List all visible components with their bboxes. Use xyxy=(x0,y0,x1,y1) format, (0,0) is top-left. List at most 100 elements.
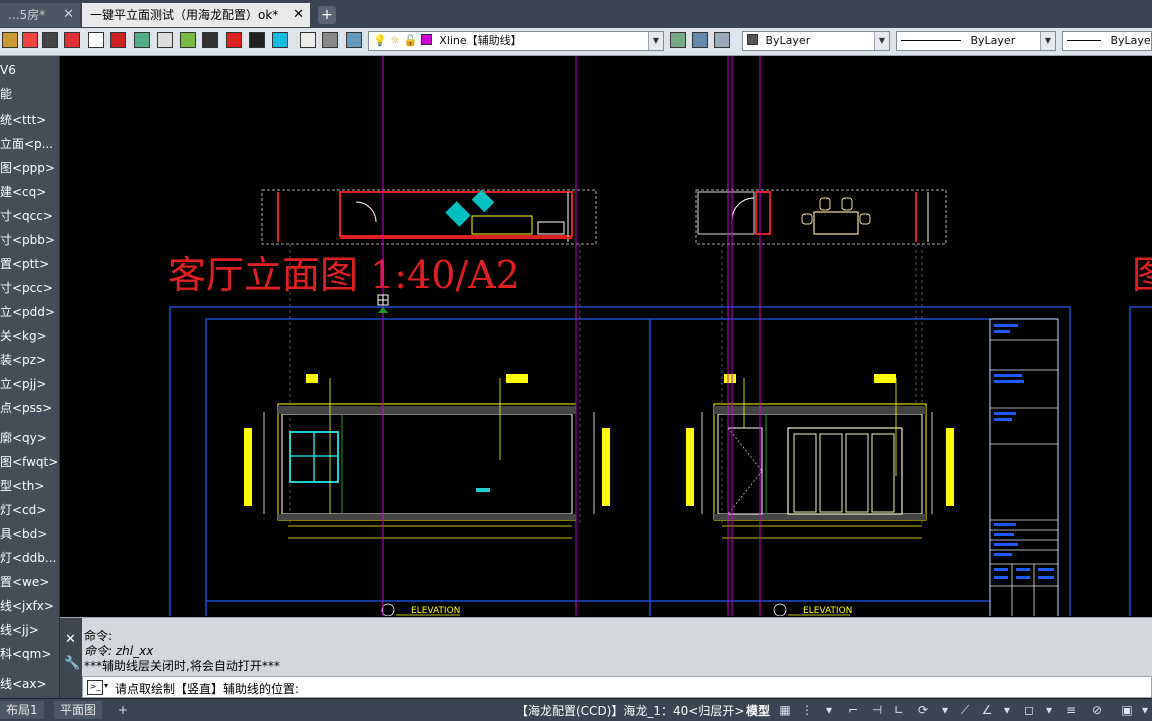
layer-dropdown[interactable]: 💡 ☼ 🔓 Xline【辅助线】 ▼ xyxy=(368,31,664,51)
layer-icon[interactable] xyxy=(670,32,686,48)
palette-item[interactable]: 点<pss> xyxy=(0,396,59,420)
tab-close-icon[interactable]: ✕ xyxy=(293,3,304,27)
elevation-label-1: ELEVATION xyxy=(411,606,460,616)
lineweight-dropdown[interactable]: ByLayer xyxy=(1062,31,1152,51)
command-history-line: ***辅助线层关闭时,将会自动打开*** xyxy=(84,657,280,674)
tool-icon[interactable] xyxy=(226,32,242,48)
palette-item[interactable]: 灯<ddb... xyxy=(0,546,59,570)
layer-icon[interactable] xyxy=(714,32,730,48)
palette-item[interactable]: 建<cq> xyxy=(0,180,59,204)
palette-item[interactable]: 统<ttt> xyxy=(0,108,59,132)
chevron-down-icon[interactable]: ▾ xyxy=(1000,703,1014,717)
snap-icon[interactable]: ⋮ xyxy=(800,703,814,717)
tab-document-1[interactable]: ...5房* ✕ xyxy=(0,3,80,27)
palette-item[interactable]: 寸<qcc> xyxy=(0,204,59,228)
ortho-icon[interactable]: ⌐ xyxy=(846,703,860,717)
palette-item[interactable]: 置<ptt> xyxy=(0,252,59,276)
palette-item[interactable]: 线<jxfx> xyxy=(0,594,59,618)
palette-item[interactable]: 科<qm> xyxy=(0,642,59,666)
otrack-icon[interactable]: ∠ xyxy=(980,703,994,717)
tool-icon[interactable] xyxy=(2,32,18,48)
layer-icon[interactable] xyxy=(692,32,708,48)
tool-icon[interactable] xyxy=(300,32,316,48)
tool-icon[interactable] xyxy=(202,32,218,48)
polar-tracking-icon[interactable]: ⟳ xyxy=(916,703,930,717)
chevron-down-icon[interactable]: ▾ xyxy=(1042,703,1056,717)
command-input[interactable]: >_ ▾ 请点取绘制【竖直】辅助线的位置: xyxy=(82,676,1152,698)
palette-item[interactable]: 寸<pcc> xyxy=(0,276,59,300)
tool-icon[interactable] xyxy=(272,32,288,48)
layout-tab[interactable]: 布局1 xyxy=(0,701,44,719)
tool-icon[interactable] xyxy=(110,32,126,48)
tool-icon[interactable] xyxy=(249,32,265,48)
lineweight-preview xyxy=(1067,40,1101,41)
palette-item[interactable]: 线<ax> xyxy=(0,672,59,696)
palette-item[interactable]: 线<jj> xyxy=(0,618,59,642)
tab-close-icon[interactable]: ✕ xyxy=(63,3,74,27)
elevation-drawing-1 xyxy=(244,374,610,538)
plan-view-right xyxy=(696,190,946,244)
tool-icon[interactable] xyxy=(134,32,150,48)
palette-item[interactable]: 立<pdd> xyxy=(0,300,59,324)
command-line-window: ✕ 🔧 命令: 命令: zhl_xx ***辅助线层关闭时,将会自动打开*** … xyxy=(60,617,1152,699)
palette-item[interactable]: 具<bd> xyxy=(0,522,59,546)
lineweight-value: ByLayer xyxy=(1111,34,1152,47)
tool-icon[interactable] xyxy=(64,32,80,48)
title-block xyxy=(990,319,1058,616)
color-dropdown[interactable]: ByLayer ▼ xyxy=(742,31,890,51)
chevron-down-icon[interactable]: ▾ xyxy=(822,703,836,717)
tool-icon[interactable] xyxy=(88,32,104,48)
config-status-text: 【海龙配置(CCD)】海龙_1：40<归层开> xyxy=(516,702,744,719)
tool-icon[interactable] xyxy=(42,32,58,48)
palette-item[interactable]: 寸<pbb> xyxy=(0,228,59,252)
chevron-down-icon[interactable]: ▾ xyxy=(938,703,952,717)
palette-item[interactable]: 能 xyxy=(0,82,59,106)
palette-item[interactable]: 置<we> xyxy=(0,570,59,594)
grid-icon[interactable]: ▦ xyxy=(778,703,792,717)
selection-cycling-icon[interactable]: ▣ xyxy=(1120,703,1134,717)
osnap-icon[interactable]: ◻ xyxy=(1022,703,1036,717)
status-bar: 布局1 平面图 + 【海龙配置(CCD)】海龙_1：40<归层开> 模型 ▦ ⋮… xyxy=(0,698,1152,721)
lineweight-icon[interactable]: ≡ xyxy=(1064,703,1078,717)
infer-icon[interactable]: ⊣ xyxy=(870,703,884,717)
tool-icon[interactable] xyxy=(180,32,196,48)
chevron-down-icon[interactable]: ▼ xyxy=(1040,32,1055,50)
palette-item[interactable]: V6 xyxy=(0,58,59,82)
chevron-down-icon[interactable]: ▾ xyxy=(104,681,108,690)
new-tab-icon[interactable]: + xyxy=(318,6,336,24)
palette-item[interactable]: 型<th> xyxy=(0,474,59,498)
chevron-down-icon[interactable]: ▼ xyxy=(648,32,663,50)
layer-color-swatch xyxy=(421,34,432,45)
isodraft-icon[interactable]: ⟋ xyxy=(958,703,972,717)
chevron-down-icon[interactable]: ▼ xyxy=(874,32,889,50)
document-tab-bar: ...5房* ✕ 一键平立面测试（用海龙配置）ok* ✕ + xyxy=(0,0,1152,29)
palette-item[interactable]: 图<ppp> xyxy=(0,156,59,180)
palette-item[interactable]: 装<pz> xyxy=(0,348,59,372)
polar-icon[interactable]: ∟ xyxy=(892,703,906,717)
linetype-dropdown[interactable]: ByLayer ▼ xyxy=(896,31,1056,51)
tool-icon[interactable] xyxy=(322,32,338,48)
chevron-down-icon[interactable]: ▾ xyxy=(1138,703,1152,717)
plan-view-left xyxy=(262,190,596,244)
model-space-toggle[interactable]: 模型 xyxy=(746,702,770,719)
close-icon[interactable]: ✕ xyxy=(65,632,76,647)
palette-item[interactable]: 图<fwqt> xyxy=(0,450,59,474)
palette-item[interactable]: 廓<qy> xyxy=(0,426,59,450)
palette-item[interactable]: 灯<cd> xyxy=(0,498,59,522)
palette-item[interactable]: 立面<p... xyxy=(0,132,59,156)
tab-document-2[interactable]: 一键平立面测试（用海龙配置）ok* ✕ xyxy=(82,3,310,27)
wrench-icon[interactable]: 🔧 xyxy=(64,656,80,671)
transparency-icon[interactable]: ⊘ xyxy=(1090,703,1104,717)
command-prompt-icon[interactable]: >_ xyxy=(87,680,103,695)
drawing-canvas[interactable]: 客厅立面图 1:40/A2 图 xyxy=(60,56,1152,616)
palette-item[interactable]: 关<kg> xyxy=(0,324,59,348)
layer-states-icon[interactable] xyxy=(346,32,362,48)
sun-icon: ☼ xyxy=(390,34,400,47)
command-prompt-text: 请点取绘制【竖直】辅助线的位置: xyxy=(115,680,299,697)
add-layout-icon[interactable]: + xyxy=(116,703,130,717)
elevation-label-1-group: ELEVATION xyxy=(382,604,460,616)
palette-item[interactable]: 立<pjj> xyxy=(0,372,59,396)
tool-icon[interactable] xyxy=(157,32,173,48)
layout-tab[interactable]: 平面图 xyxy=(54,701,102,719)
tool-icon[interactable] xyxy=(22,32,38,48)
